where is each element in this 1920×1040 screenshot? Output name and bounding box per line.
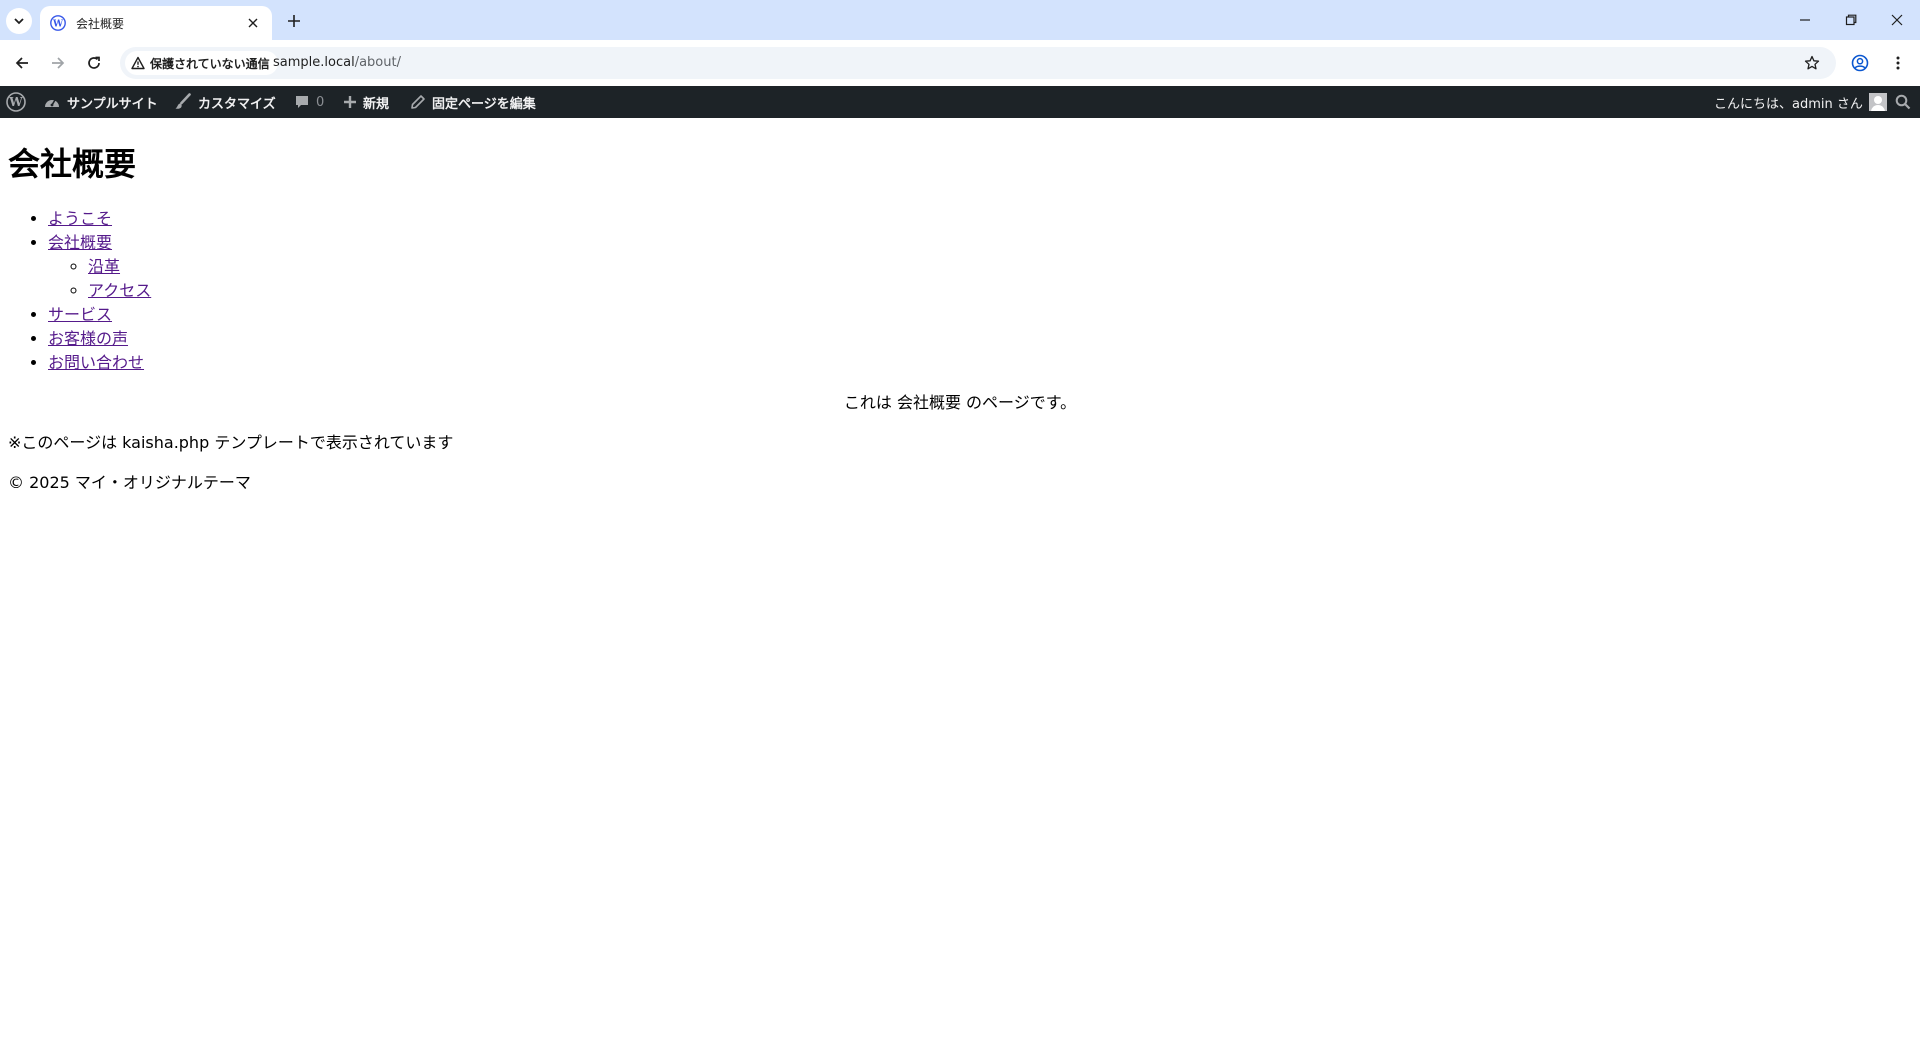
menu-link-access[interactable]: アクセス bbox=[88, 281, 151, 300]
wp-logo-button[interactable]: W bbox=[6, 86, 26, 118]
edit-page-link[interactable]: 固定ページを編集 bbox=[410, 86, 536, 118]
greeting-label: こんにちは、admin さん bbox=[1714, 96, 1863, 112]
chevron-down-icon bbox=[14, 18, 24, 25]
wp-admin-bar: W サンプルサイト カスタマイズ 0 新規 固定ページを編集 こんにちは、adm… bbox=[0, 86, 1920, 118]
reload-button[interactable] bbox=[80, 49, 108, 77]
minimize-icon bbox=[1800, 19, 1810, 21]
minimize-button[interactable] bbox=[1782, 0, 1828, 40]
browser-menu-button[interactable] bbox=[1885, 50, 1911, 76]
list-item: 会社概要 沿革 アクセス bbox=[48, 231, 1912, 303]
menu-link-about[interactable]: 会社概要 bbox=[48, 233, 112, 252]
star-icon bbox=[1804, 55, 1820, 70]
list-item: お問い合わせ bbox=[48, 351, 1912, 375]
close-icon bbox=[1891, 14, 1903, 26]
menu-link-contact[interactable]: お問い合わせ bbox=[48, 353, 144, 372]
list-item: ようこそ bbox=[48, 207, 1912, 231]
tab-strip: W 会社概要 bbox=[0, 0, 1920, 40]
security-label: 保護されていない通信 bbox=[150, 56, 270, 71]
wordpress-logo-icon: W bbox=[6, 92, 26, 112]
site-footer: © 2025 マイ・オリジナルテーマ bbox=[8, 473, 251, 492]
new-label: 新規 bbox=[363, 96, 390, 112]
avatar bbox=[1868, 93, 1887, 111]
profile-button[interactable] bbox=[1847, 50, 1873, 76]
more-vertical-icon bbox=[1896, 56, 1900, 70]
wordpress-favicon-icon: W bbox=[50, 15, 66, 31]
account-icon bbox=[1851, 54, 1869, 72]
paintbrush-icon bbox=[175, 93, 191, 109]
arrow-right-icon bbox=[52, 57, 65, 69]
comment-icon bbox=[296, 96, 308, 108]
list-item: アクセス bbox=[88, 279, 1912, 303]
arrow-left-icon bbox=[15, 57, 28, 69]
menu-link-testimonials[interactable]: お客様の声 bbox=[48, 329, 128, 348]
menu-link-services[interactable]: サービス bbox=[48, 305, 112, 324]
back-button[interactable] bbox=[8, 49, 36, 77]
plus-icon bbox=[288, 15, 300, 27]
edit-page-label: 固定ページを編集 bbox=[432, 96, 536, 112]
list-item: サービス bbox=[48, 303, 1912, 327]
admin-bar-search[interactable] bbox=[1895, 86, 1911, 118]
security-indicator[interactable]: 保護されていない通信 bbox=[125, 51, 278, 75]
submenu: 沿革 アクセス bbox=[48, 255, 1912, 303]
page-title: 会社概要 bbox=[8, 145, 137, 183]
page-body-text: これは 会社概要 のページです。 bbox=[843, 393, 1077, 412]
customize-link[interactable]: カスタマイズ bbox=[174, 86, 276, 118]
comments-link[interactable]: 0 bbox=[294, 86, 324, 118]
site-navigation-menu: ようこそ 会社概要 沿革 アクセス サービス お客様の声 お問い合わせ bbox=[8, 207, 1912, 375]
tab-close-button[interactable] bbox=[244, 14, 262, 32]
url-text[interactable]: sample.local/about/ bbox=[273, 55, 401, 70]
list-item: お客様の声 bbox=[48, 327, 1912, 351]
dashboard-icon bbox=[45, 99, 59, 107]
window-close-button[interactable] bbox=[1874, 0, 1920, 40]
site-name-menu[interactable]: サンプルサイト bbox=[43, 86, 158, 118]
svg-text:W: W bbox=[8, 95, 23, 109]
browser-tab[interactable]: W 会社概要 bbox=[40, 6, 272, 40]
comments-count: 0 bbox=[316, 94, 325, 110]
bookmark-button[interactable] bbox=[1799, 50, 1825, 76]
tab-title: 会社概要 bbox=[76, 16, 125, 31]
reload-icon bbox=[88, 56, 100, 69]
plus-icon bbox=[344, 96, 356, 108]
menu-link-welcome[interactable]: ようこそ bbox=[48, 209, 112, 228]
new-tab-button[interactable] bbox=[281, 8, 307, 34]
search-icon bbox=[1895, 94, 1911, 110]
url-path: /about/ bbox=[354, 55, 401, 70]
site-name-label: サンプルサイト bbox=[67, 96, 158, 112]
url-host: sample.local bbox=[273, 55, 355, 70]
forward-button[interactable] bbox=[44, 49, 72, 77]
template-note: ※このページは kaisha.php テンプレートで表示されています bbox=[8, 433, 454, 452]
pencil-icon bbox=[411, 95, 425, 109]
new-content-menu[interactable]: 新規 bbox=[343, 86, 389, 118]
warning-icon bbox=[131, 56, 145, 70]
my-account-menu[interactable]: こんにちは、admin さん bbox=[1714, 86, 1887, 118]
list-item: 沿革 bbox=[88, 255, 1912, 279]
page-content: 会社概要 ようこそ 会社概要 沿革 アクセス サービス お客様の声 お問い合わせ… bbox=[8, 118, 1912, 495]
customize-label: カスタマイズ bbox=[198, 96, 276, 112]
tab-search-button[interactable] bbox=[6, 8, 32, 34]
restore-button[interactable] bbox=[1828, 0, 1874, 40]
svg-text:W: W bbox=[52, 20, 64, 30]
menu-link-history[interactable]: 沿革 bbox=[88, 257, 120, 276]
restore-icon bbox=[1845, 14, 1857, 26]
close-icon bbox=[248, 18, 258, 28]
